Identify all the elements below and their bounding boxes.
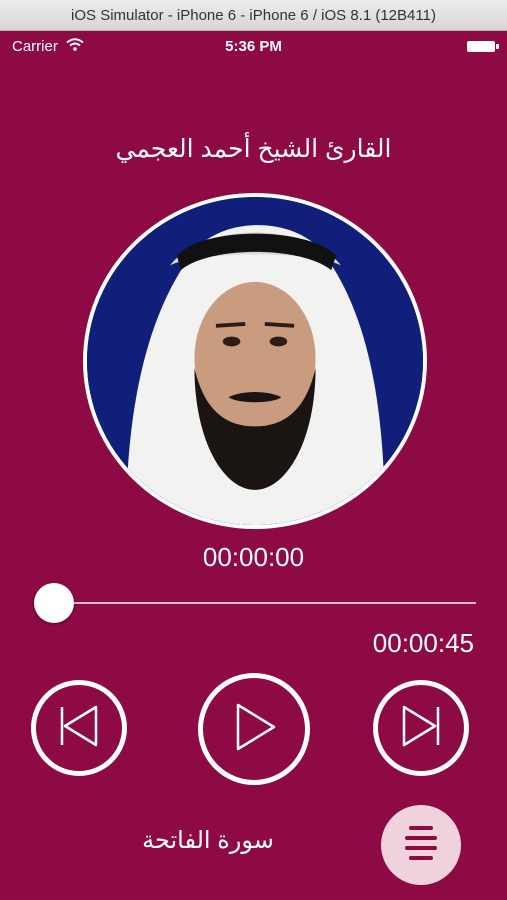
status-time: 5:36 PM — [225, 38, 282, 55]
play-button[interactable] — [198, 673, 310, 785]
next-button[interactable] — [373, 680, 469, 776]
skip-next-icon — [398, 703, 444, 754]
play-icon — [230, 701, 278, 758]
slider-thumb[interactable] — [34, 583, 74, 623]
menu-icon — [403, 823, 439, 868]
reciter-portrait — [83, 193, 427, 529]
skip-previous-icon — [56, 703, 102, 754]
elapsed-time: 00:00:00 — [202, 542, 305, 572]
previous-button[interactable] — [31, 680, 127, 776]
battery-icon — [467, 41, 499, 52]
menu-button[interactable] — [381, 805, 461, 885]
surah-name: سورة الفاتحة — [142, 827, 274, 854]
progress-slider[interactable] — [34, 583, 476, 623]
slider-track — [34, 602, 476, 604]
total-duration: 00:00:45 — [372, 628, 474, 658]
reciter-name: القارئ الشيخ أحمد العجمي — [115, 135, 392, 163]
simulator-title-bar: iOS Simulator - iPhone 6 - iPhone 6 / iO… — [0, 0, 507, 31]
status-bar: Carrier 5:36 PM — [0, 30, 507, 64]
window-title: iOS Simulator - iPhone 6 - iPhone 6 / iO… — [71, 6, 436, 24]
